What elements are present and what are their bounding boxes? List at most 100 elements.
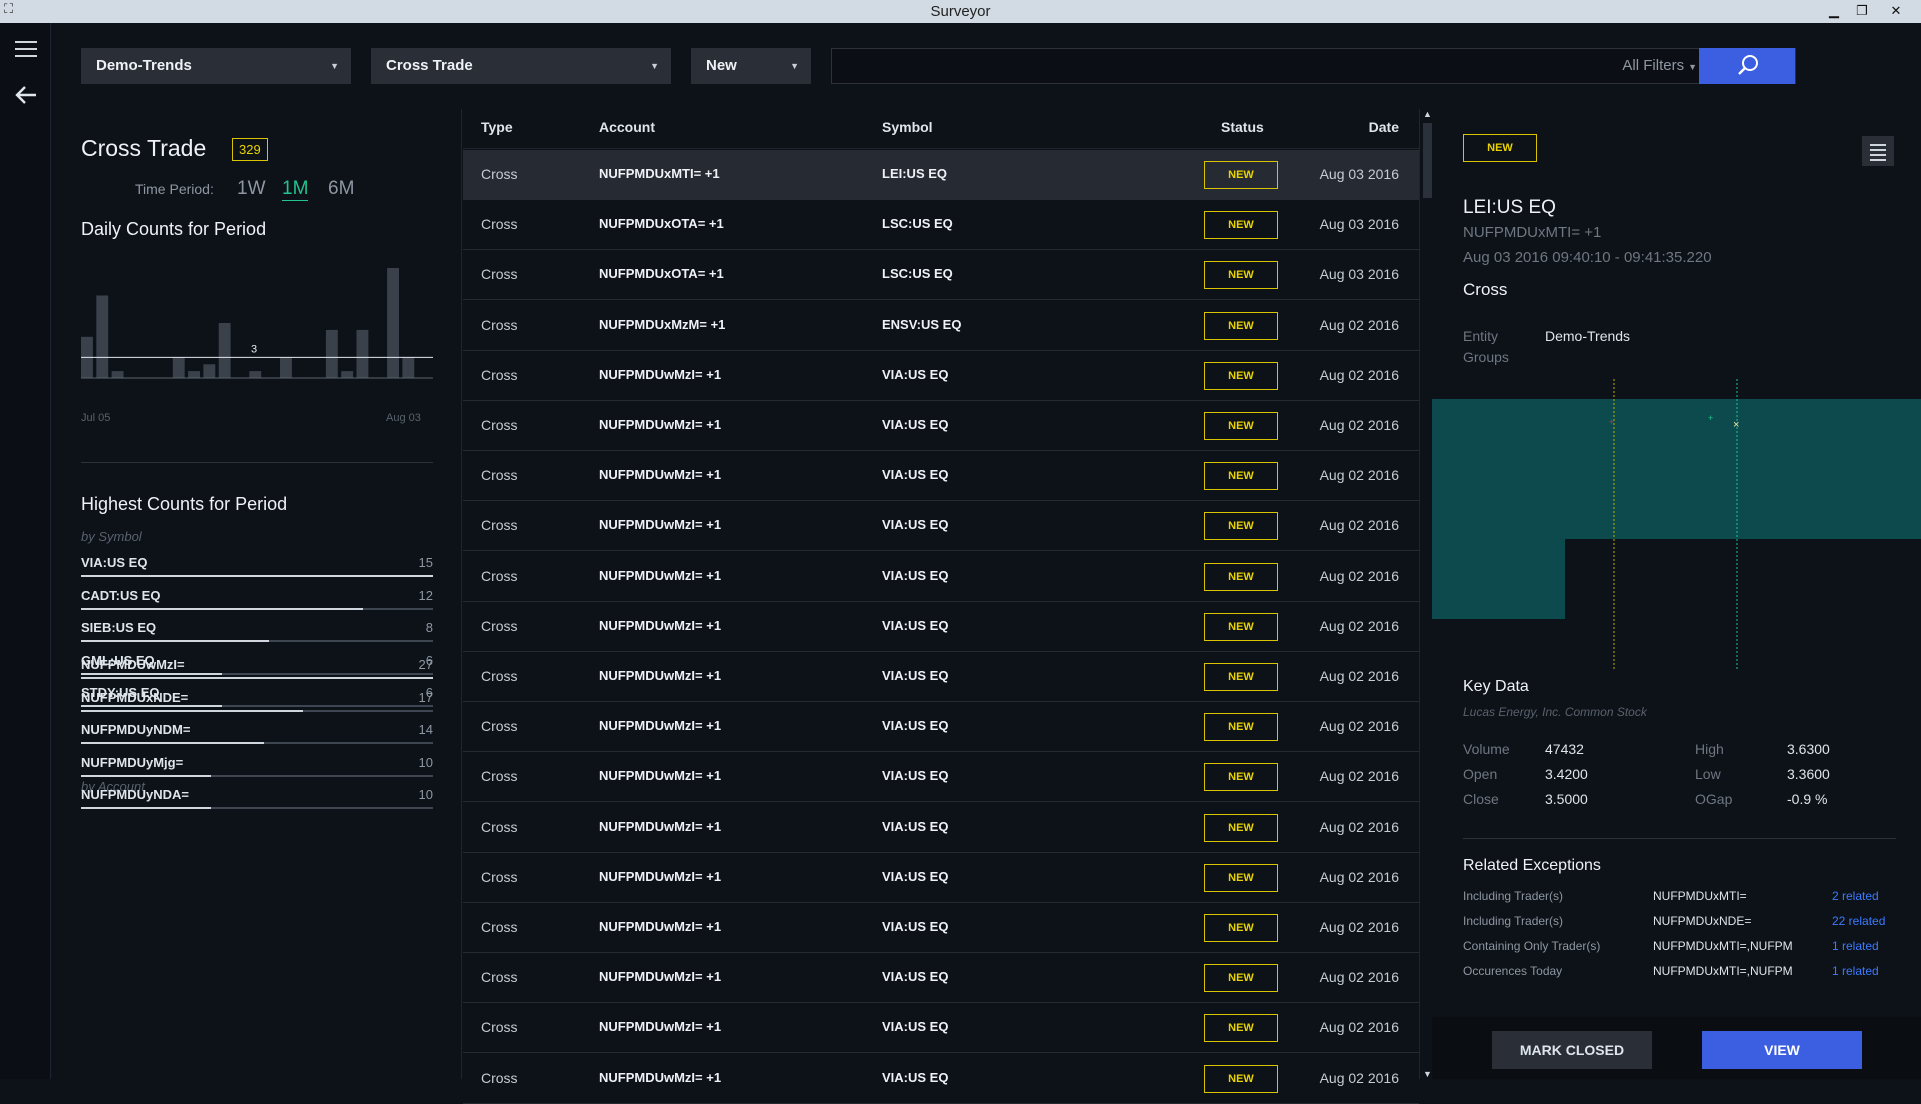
daily-count-bar: [249, 371, 262, 378]
table-row[interactable]: Cross NUFPMDUwMzI= +1 VIA:US EQ NEW Aug 02 2…: [463, 752, 1419, 803]
table-row[interactable]: Cross NUFPMDUxMzM= +1 ENSV:US EQ NEW Aug 02 …: [463, 301, 1419, 351]
related-link[interactable]: 2 related: [1832, 889, 1879, 903]
row-account: NUFPMDUwMzI= +1: [599, 919, 722, 934]
table-row[interactable]: Cross NUFPMDUwMzI= +1 VIA:US EQ NEW Aug 02 2…: [463, 702, 1419, 753]
mark-closed-button[interactable]: MARK CLOSED: [1492, 1031, 1652, 1069]
scroll-down-icon[interactable]: ▼: [1423, 1069, 1432, 1079]
period-1m-button[interactable]: 1M: [282, 178, 309, 201]
count-bar-track: [81, 709, 433, 712]
account-count-row[interactable]: NUFPMDUyMjg= 10: [81, 755, 433, 785]
table-row[interactable]: Cross NUFPMDUwMzI= +1 VIA:US EQ NEW Aug 02 2…: [463, 451, 1419, 502]
key-data-value: 47432: [1545, 741, 1584, 757]
account-name: NUFPMDUwMzI=: [81, 657, 185, 672]
key-data-value: 3.6300: [1787, 741, 1830, 757]
row-account: NUFPMDUwMzI= +1: [599, 467, 722, 483]
divider: [81, 462, 433, 463]
daily-count-bar: [280, 357, 292, 378]
exception-type-dropdown[interactable]: Cross Trade ▼: [371, 48, 671, 84]
row-symbol: VIA:US EQ: [882, 1019, 949, 1035]
symbol-count-row[interactable]: CADT:US EQ 12: [81, 588, 433, 618]
entity-dropdown[interactable]: Demo-Trends ▼: [81, 48, 351, 84]
key-data-label: High: [1695, 741, 1724, 757]
symbol-count: 15: [418, 555, 433, 570]
summary-title: Cross Trade: [81, 135, 207, 161]
count-bar-fill: [81, 640, 269, 642]
table-row[interactable]: Cross NUFPMDUwMzI= +1 VIA:US EQ NEW Aug 02 2…: [463, 953, 1419, 1004]
row-date: Aug 02 2016: [1319, 617, 1399, 634]
table-row[interactable]: Cross NUFPMDUwMzI= +1 VIA:US EQ NEW Aug 02 2…: [463, 853, 1419, 903]
column-account-header[interactable]: Account: [599, 119, 655, 135]
row-status-badge: NEW: [1204, 813, 1278, 842]
symbol-count-row[interactable]: VIA:US EQ 15: [81, 555, 433, 585]
all-filters-dropdown[interactable]: All Filters ▼: [1622, 49, 1697, 84]
row-account: NUFPMDUwMzI= +1: [599, 366, 722, 382]
row-symbol: VIA:US EQ: [882, 868, 949, 884]
table-row[interactable]: Cross NUFPMDUwMzI= +1 VIA:US EQ NEW Aug 02 2…: [463, 501, 1419, 552]
account-count: 17: [418, 689, 433, 705]
daily-count-bar: [356, 329, 369, 378]
search-input[interactable]: All Filters ▼: [831, 48, 1796, 84]
daily-count-bar: [218, 323, 231, 378]
row-symbol: VIA:US EQ: [882, 517, 949, 533]
table-row[interactable]: Cross NUFPMDUwMzI= +1 VIA:US EQ NEW Aug 02 2…: [463, 552, 1419, 602]
table-row[interactable]: Cross NUFPMDUwMzI= +1 VIA:US EQ NEW Aug 02 2…: [463, 351, 1419, 401]
key-data-value: -0.9 %: [1787, 791, 1828, 807]
minimize-icon[interactable]: ▁: [1820, 1, 1848, 20]
row-date: Aug 02 2016: [1319, 1069, 1399, 1086]
column-status-header[interactable]: Status: [1221, 119, 1264, 135]
exceptions-grid: Type Account Symbol Status Date Cross NUF…: [463, 109, 1436, 1104]
table-row[interactable]: Cross NUFPMDUwMzI= +1 VIA:US EQ NEW Aug 02 2…: [463, 401, 1419, 451]
symbol-name: VIA:US EQ: [81, 555, 148, 570]
account-count-row[interactable]: NUFPMDUyNDM= 14: [81, 722, 433, 752]
related-link[interactable]: 1 related: [1832, 964, 1879, 978]
related-link[interactable]: 1 related: [1832, 939, 1879, 953]
hamburger-menu-icon[interactable]: [15, 41, 37, 57]
table-row[interactable]: Cross NUFPMDUwMzI= +1 VIA:US EQ NEW Aug 02 2…: [463, 1003, 1419, 1054]
count-bar-fill: [81, 575, 433, 577]
row-status-badge: NEW: [1204, 562, 1278, 591]
column-type-header[interactable]: Type: [481, 119, 513, 135]
summary-count-badge: 329: [232, 138, 268, 161]
row-account: NUFPMDUxMTI= +1: [599, 166, 720, 181]
restore-icon[interactable]: ❐: [1848, 1, 1876, 20]
period-6m-button[interactable]: 6M: [328, 178, 354, 200]
row-account: NUFPMDUwMzI= +1: [599, 517, 722, 533]
table-row[interactable]: Cross NUFPMDUxOTA= +1 LSC:US EQ NEW Aug 03 2…: [463, 200, 1419, 251]
status-dropdown[interactable]: New ▼: [691, 48, 811, 84]
account-count-row[interactable]: NUFPMDUxNDE= 17: [81, 690, 433, 720]
table-row[interactable]: Cross NUFPMDUwMzI= +1 VIA:US EQ NEW Aug 02 2…: [463, 602, 1419, 652]
view-button[interactable]: VIEW: [1702, 1031, 1862, 1069]
notes-icon[interactable]: [1862, 136, 1894, 166]
row-status-badge: NEW: [1204, 964, 1278, 993]
row-type: Cross: [481, 467, 518, 484]
row-type: Cross: [481, 166, 518, 182]
table-row[interactable]: Cross NUFPMDUwMzI= +1 VIA:US EQ NEW Aug 02 2…: [463, 903, 1419, 953]
scroll-up-icon[interactable]: ▲: [1423, 109, 1432, 119]
account-count-row[interactable]: NUFPMDUyNDA= 10: [81, 787, 433, 817]
related-link[interactable]: 22 related: [1832, 914, 1885, 928]
row-status-badge: NEW: [1204, 713, 1278, 742]
back-arrow-icon[interactable]: [14, 83, 38, 111]
row-symbol: VIA:US EQ: [882, 718, 949, 734]
daily-count-bar: [111, 371, 124, 378]
row-symbol: LSC:US EQ: [882, 216, 953, 232]
row-status-badge: NEW: [1204, 512, 1278, 541]
column-symbol-header[interactable]: Symbol: [882, 119, 933, 135]
close-icon[interactable]: ✕: [1882, 1, 1910, 20]
account-count-row[interactable]: NUFPMDUwMzI= 27: [81, 657, 433, 687]
row-account: NUFPMDUwMzI= +1: [599, 668, 722, 683]
row-date: Aug 02 2016: [1319, 718, 1399, 735]
period-1w-button[interactable]: 1W: [237, 178, 266, 200]
table-row[interactable]: Cross NUFPMDUwMzI= +1 VIA:US EQ NEW Aug 02 2…: [463, 803, 1419, 853]
key-data-title: Key Data: [1463, 678, 1529, 695]
symbol-count-row[interactable]: SIEB:US EQ 8: [81, 620, 433, 650]
column-date-header[interactable]: Date: [1369, 119, 1399, 135]
table-row[interactable]: Cross NUFPMDUxOTA= +1 LSC:US EQ NEW Aug 03 2…: [463, 250, 1419, 301]
table-row[interactable]: Cross NUFPMDUxMTI= +1 LEI:US EQ NEW Aug 03 2…: [463, 150, 1419, 200]
search-icon: [1738, 55, 1758, 75]
search-button[interactable]: [1699, 48, 1795, 84]
row-date: Aug 02 2016: [1319, 1019, 1399, 1036]
related-label: Including Trader(s): [1463, 914, 1564, 928]
table-row[interactable]: Cross NUFPMDUwMzI= +1 VIA:US EQ NEW Aug 02 2…: [463, 652, 1419, 702]
row-type: Cross: [481, 417, 518, 433]
